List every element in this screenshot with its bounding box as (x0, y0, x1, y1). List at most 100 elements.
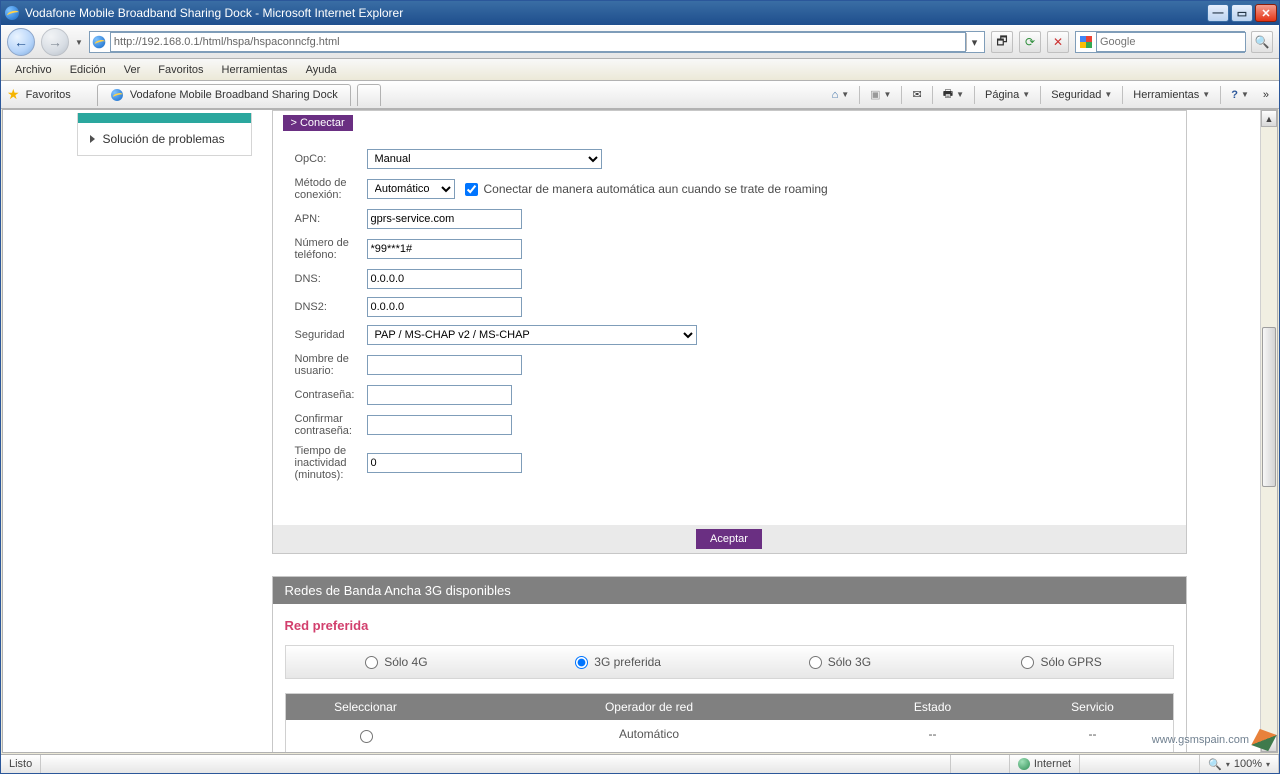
networks-panel: Redes de Banda Ancha 3G disponibles Red … (272, 576, 1187, 752)
col-operator: Operador de red (446, 694, 853, 720)
print-icon: 🖶 (943, 85, 953, 104)
forward-button[interactable]: → (41, 28, 69, 56)
search-go-button[interactable]: 🔍 (1251, 31, 1273, 53)
new-tab-button[interactable] (357, 84, 381, 106)
tools-menu[interactable]: Herramientas▼ (1129, 84, 1214, 106)
checkbox-roaming[interactable] (465, 183, 478, 196)
menu-herramientas[interactable]: Herramientas (214, 62, 296, 78)
stop-button[interactable]: ✕ (1047, 31, 1069, 53)
security-zone[interactable]: Internet (1010, 755, 1080, 773)
nav-history-dropdown[interactable]: ▼ (75, 38, 83, 47)
help-button[interactable]: ?▼ (1227, 84, 1253, 106)
label-dns: DNS: (295, 273, 367, 285)
input-username[interactable] (367, 355, 522, 375)
radio-only-4g[interactable]: Sólo 4G (286, 655, 508, 669)
google-icon (1080, 36, 1092, 48)
zoom-value: 100% (1234, 758, 1262, 770)
select-method[interactable]: Automático (367, 179, 455, 199)
refresh-button[interactable]: ⟳ (1019, 31, 1041, 53)
scroll-thumb[interactable] (1262, 327, 1276, 487)
label-opco: OpCo: (295, 153, 367, 165)
scroll-track[interactable] (1261, 127, 1277, 735)
chevron-right-icon: » (1263, 89, 1269, 101)
sidebar-item-label: Solución de problemas (103, 132, 225, 146)
minimize-button[interactable]: — (1207, 4, 1229, 22)
tab-title: Vodafone Mobile Broadband Sharing Dock (130, 89, 338, 101)
help-icon: ? (1231, 89, 1238, 101)
close-button[interactable]: ✕ (1255, 4, 1277, 22)
search-input[interactable] (1096, 32, 1246, 52)
row-select-radio[interactable] (360, 730, 373, 743)
menu-edicion[interactable]: Edición (62, 62, 114, 78)
sidebar: Solución de problemas (77, 113, 252, 156)
mail-icon: ✉ (912, 88, 921, 101)
tab-conectar[interactable]: > Conectar (283, 115, 353, 131)
connection-panel: > Conectar OpCo: Manual Método de conexi… (272, 110, 1187, 554)
table-row: Automático -- -- (286, 720, 1173, 752)
cell-operator: Automático (446, 720, 853, 752)
back-button[interactable]: ← (7, 28, 35, 56)
feeds-button[interactable]: ▣▼ (866, 84, 895, 106)
networks-subheader: Red preferida (273, 604, 1186, 639)
scroll-down-button[interactable]: ▼ (1261, 735, 1277, 752)
input-password[interactable] (367, 385, 512, 405)
rss-icon: ▣ (870, 88, 880, 101)
menu-bar: Archivo Edición Ver Favoritos Herramient… (1, 59, 1279, 81)
navigation-bar: ← → ▼ ▾ 🗗 ⟳ ✕ 🔍 (1, 25, 1279, 59)
col-select: Seleccionar (286, 694, 446, 720)
caret-right-icon (90, 135, 95, 143)
input-dns2[interactable] (367, 297, 522, 317)
home-button[interactable]: ⌂▼ (828, 84, 854, 106)
input-apn[interactable] (367, 209, 522, 229)
cell-state: -- (853, 720, 1013, 752)
tab-active[interactable]: Vodafone Mobile Broadband Sharing Dock (97, 84, 351, 106)
networks-table: Seleccionar Operador de red Estado Servi… (285, 693, 1174, 752)
safety-menu[interactable]: Seguridad▼ (1047, 84, 1116, 106)
menu-favoritos[interactable]: Favoritos (150, 62, 211, 78)
accept-button[interactable]: Aceptar (696, 529, 762, 549)
zone-label: Internet (1034, 758, 1071, 770)
menu-ver[interactable]: Ver (116, 62, 149, 78)
label-method: Método de conexión: (295, 177, 367, 201)
input-phone[interactable] (367, 239, 522, 259)
protected-mode-cell (1080, 755, 1200, 773)
favorites-button[interactable]: Favoritos (26, 89, 71, 101)
address-dropdown[interactable]: ▾ (966, 33, 982, 51)
read-mail-button[interactable]: ✉ (908, 84, 925, 106)
scroll-up-button[interactable]: ▲ (1261, 110, 1277, 127)
page-icon (93, 36, 106, 49)
sidebar-header (78, 113, 251, 123)
tab-favicon (111, 89, 123, 101)
maximize-button[interactable]: ▭ (1231, 4, 1253, 22)
search-box[interactable] (1075, 31, 1245, 53)
select-security[interactable]: PAP / MS-CHAP v2 / MS-CHAP (367, 325, 697, 345)
favorites-star-icon[interactable]: ★ (7, 86, 20, 103)
label-phone: Número de teléfono: (295, 237, 367, 261)
input-dns[interactable] (367, 269, 522, 289)
window-titlebar: Vodafone Mobile Broadband Sharing Dock -… (1, 1, 1279, 25)
input-idle[interactable] (367, 453, 522, 473)
cell-service: -- (1013, 720, 1173, 752)
chevron-more[interactable]: » (1259, 84, 1273, 106)
zoom-control[interactable]: 🔍 ▾ 100% ▾ (1200, 755, 1279, 773)
network-mode-radios: Sólo 4G 3G preferida Sólo 3G Sólo GPRS (285, 645, 1174, 679)
label-password: Contraseña: (295, 389, 367, 401)
select-opco[interactable]: Manual (367, 149, 602, 169)
col-service: Servicio (1013, 694, 1173, 720)
vertical-scrollbar[interactable]: ▲ ▼ (1260, 110, 1277, 752)
menu-archivo[interactable]: Archivo (7, 62, 60, 78)
radio-only-3g[interactable]: Sólo 3G (729, 655, 951, 669)
page-menu[interactable]: Página▼ (981, 84, 1034, 106)
globe-icon (1018, 758, 1030, 770)
ie-icon (5, 6, 19, 20)
address-bar[interactable]: ▾ (89, 31, 985, 53)
radio-3g-preferred[interactable]: 3G preferida (507, 655, 729, 669)
address-input[interactable] (110, 32, 966, 52)
input-confirm-password[interactable] (367, 415, 512, 435)
home-icon: ⌂ (832, 89, 839, 101)
sidebar-item-troubleshoot[interactable]: Solución de problemas (78, 123, 251, 155)
print-button[interactable]: 🖶▼ (939, 84, 968, 106)
compat-view-button[interactable]: 🗗 (991, 31, 1013, 53)
radio-only-gprs[interactable]: Sólo GPRS (951, 655, 1173, 669)
menu-ayuda[interactable]: Ayuda (298, 62, 345, 78)
